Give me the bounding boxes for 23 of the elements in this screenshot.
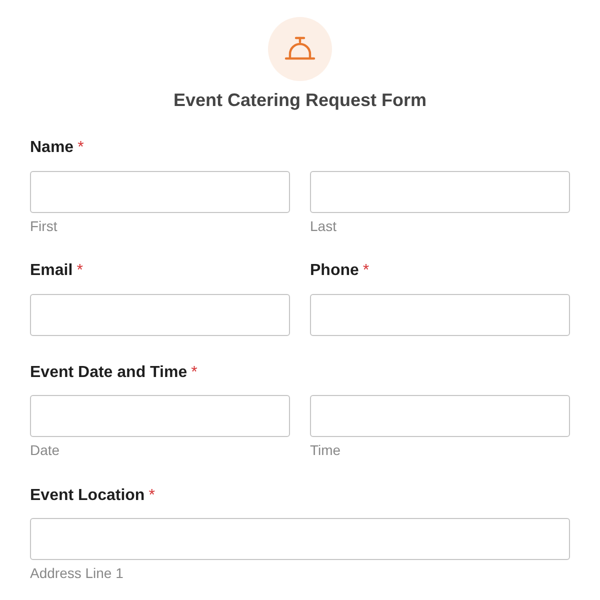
field-label: Phone xyxy=(310,262,359,280)
required-mark: * xyxy=(78,139,84,157)
input-field[interactable] xyxy=(30,170,290,213)
required-mark: * xyxy=(362,262,370,280)
field-label: Name xyxy=(30,139,74,157)
input-field[interactable] xyxy=(30,395,290,438)
input-field[interactable] xyxy=(30,518,570,560)
sub-label: Date xyxy=(30,443,60,459)
field-label: Event Date and Time xyxy=(30,364,188,382)
input-field[interactable] xyxy=(30,294,290,336)
sub-label: Last xyxy=(310,218,336,234)
field-label: Email xyxy=(30,262,73,280)
form-title: Event Catering Request Form xyxy=(173,90,427,111)
required-mark: * xyxy=(76,262,83,280)
field-label: Event Location xyxy=(30,486,145,504)
sub-label: Time xyxy=(310,443,341,459)
required-mark: * xyxy=(148,486,155,504)
input-field[interactable] xyxy=(310,294,570,336)
input-field[interactable] xyxy=(310,395,570,438)
required-mark: * xyxy=(191,364,198,382)
sub-label: Address Line 1 xyxy=(30,566,124,582)
sub-label: First xyxy=(30,218,58,234)
input-field[interactable] xyxy=(310,170,570,213)
